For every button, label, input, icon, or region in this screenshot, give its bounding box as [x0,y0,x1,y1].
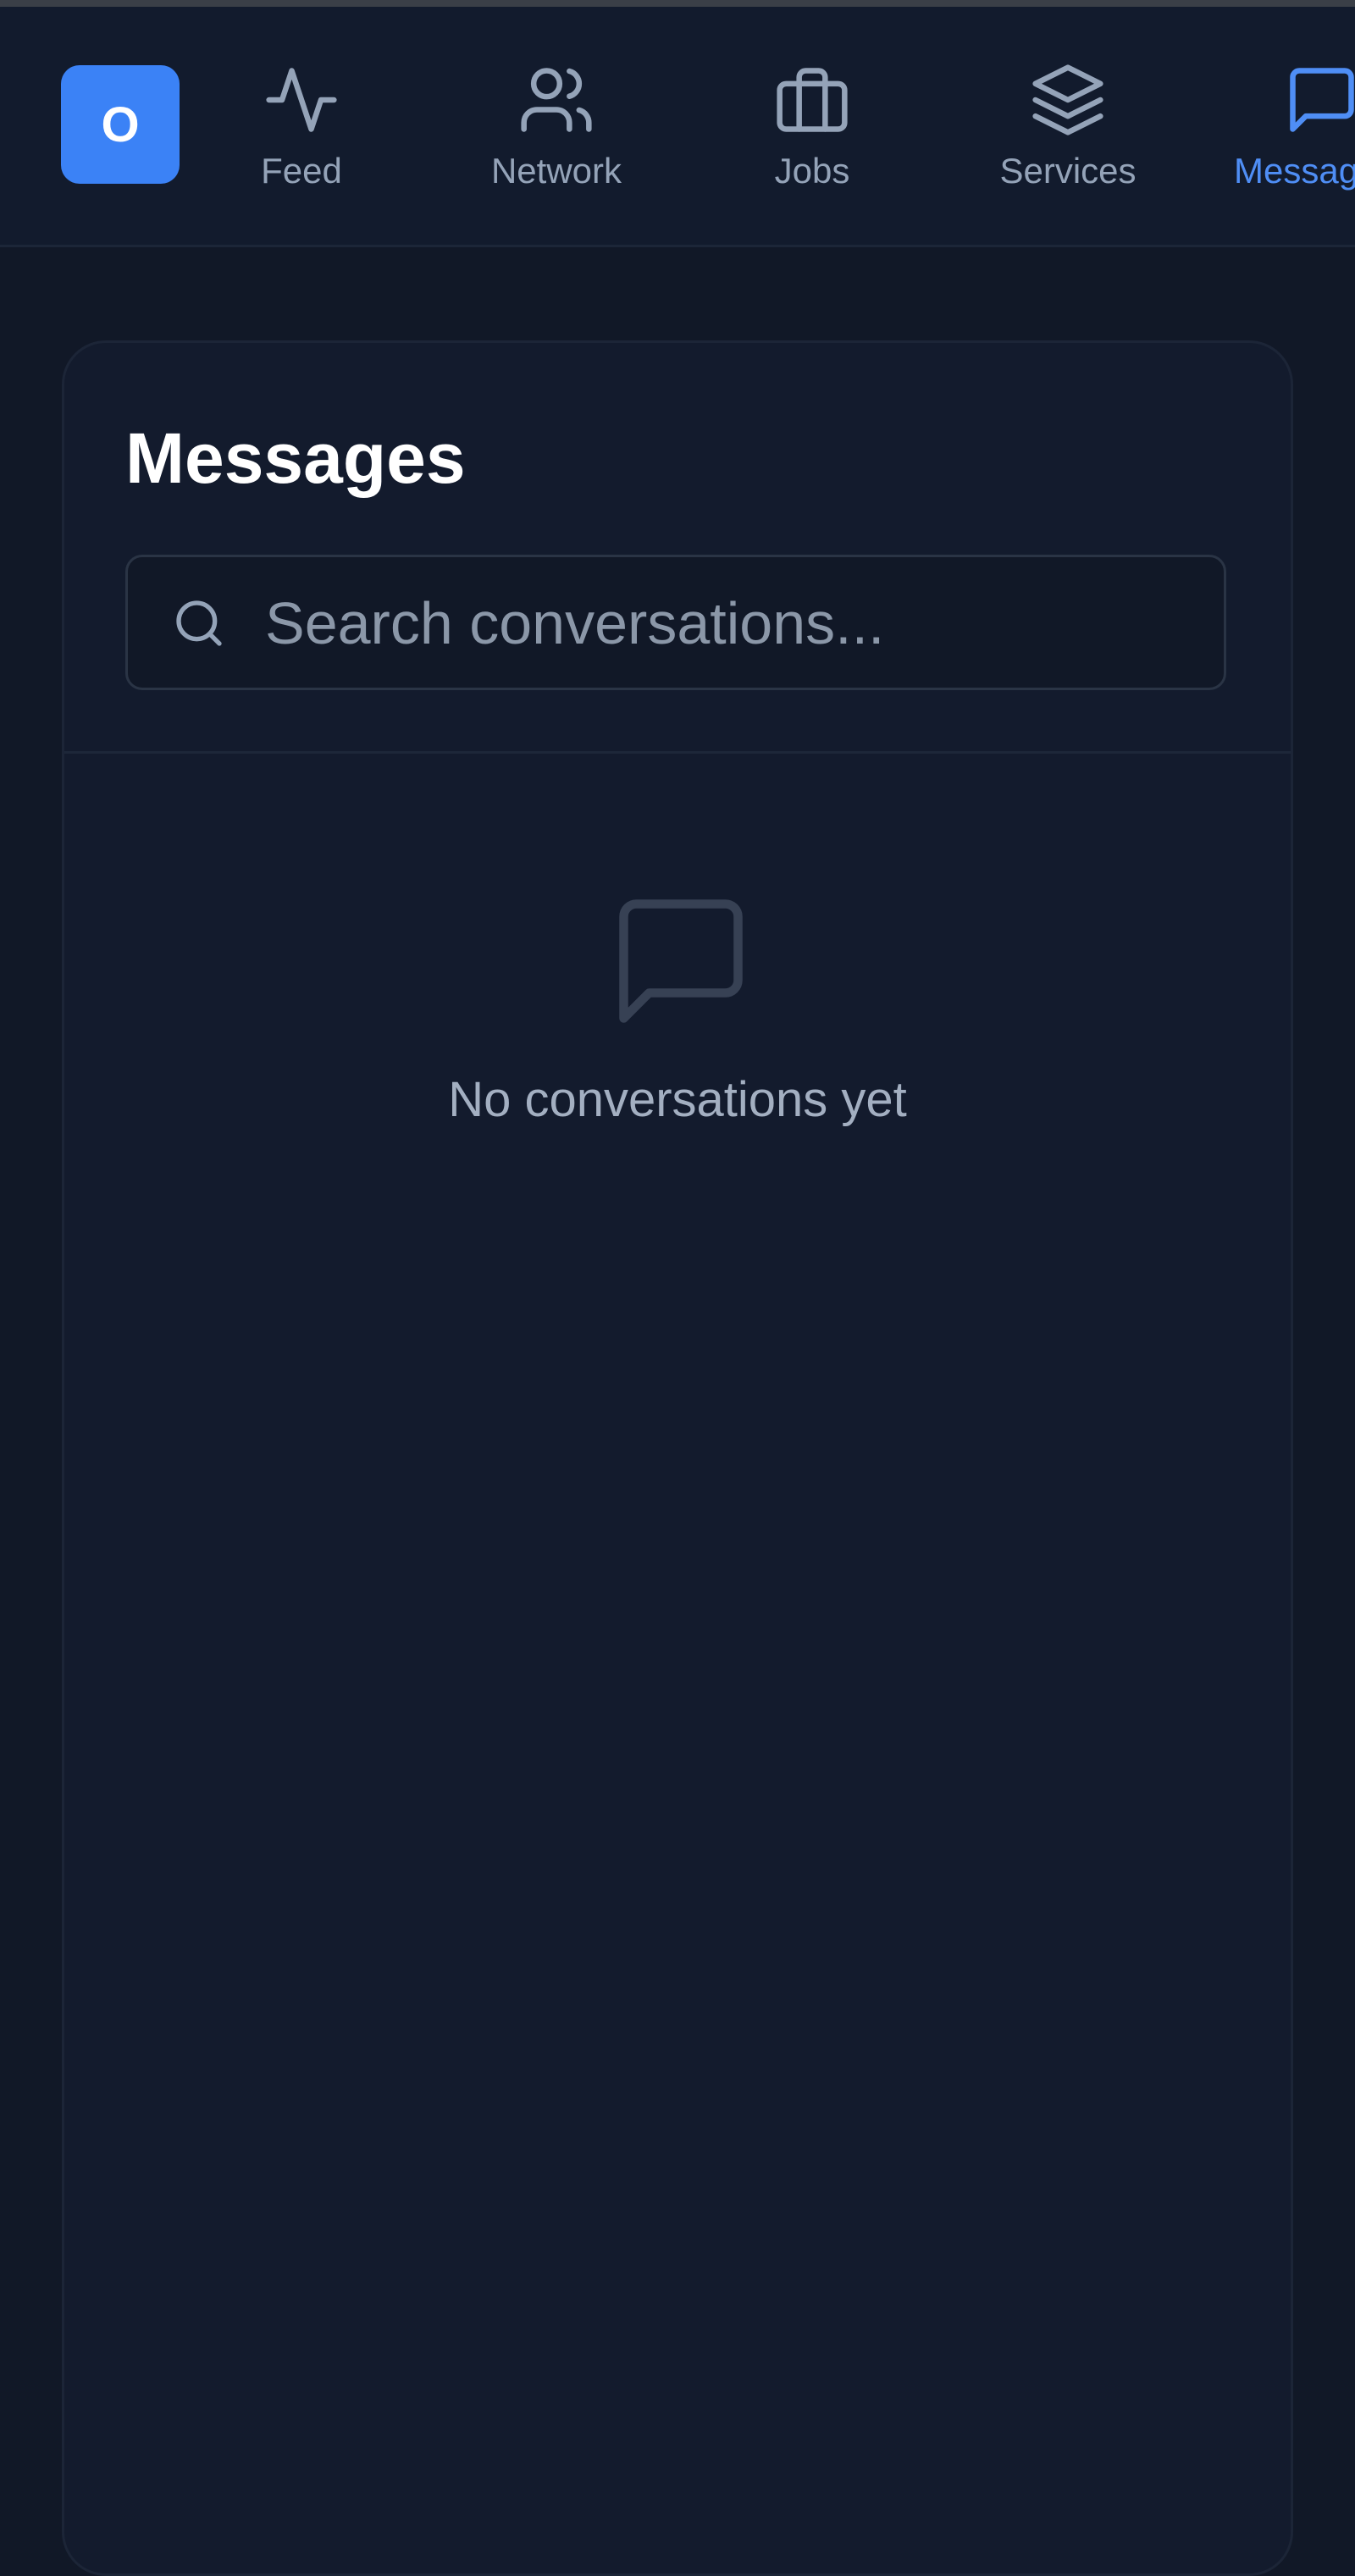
divider [64,751,1291,754]
page-title: Messages [125,418,466,498]
nav-label-messages: Messages [1234,151,1355,191]
search-icon [172,596,226,650]
message-square-icon [1283,61,1355,139]
nav-item-messages[interactable]: Messages [1222,53,1355,202]
logo-letter: O [101,97,140,152]
search-box[interactable] [125,555,1226,690]
message-square-icon [605,885,757,1037]
nav-item-jobs[interactable]: Jobs [711,53,914,202]
top-navigation-bar: O Feed Network Jobs Services Messag [0,7,1355,247]
users-icon [517,61,595,139]
nav-label-services: Services [999,151,1137,191]
search-input[interactable] [263,557,1198,689]
app-logo[interactable]: O [61,65,180,184]
window-top-border [0,0,1355,7]
nav-item-network[interactable]: Network [455,53,658,202]
nav-item-feed[interactable]: Feed [200,53,403,202]
empty-state-text: No conversations yet [448,1072,907,1127]
activity-icon [263,61,340,139]
briefcase-icon [773,61,851,139]
nav-item-services[interactable]: Services [966,53,1170,202]
messages-panel: Messages No conversations yet [62,340,1293,2576]
nav-label-network: Network [490,151,622,191]
nav-label-jobs: Jobs [774,151,850,191]
nav-label-feed: Feed [261,151,342,191]
layers-icon [1029,61,1107,139]
